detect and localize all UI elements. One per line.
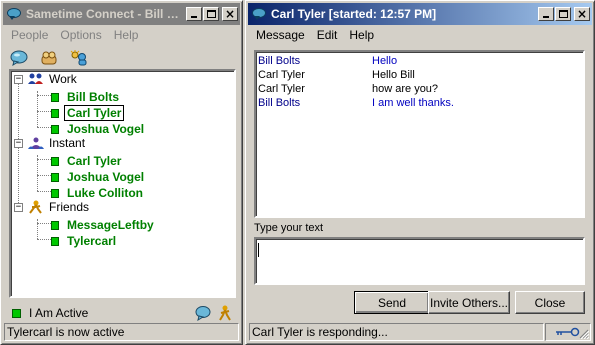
- status-key-panel: [545, 323, 591, 341]
- message-text: I am well thanks.: [372, 97, 454, 109]
- send-button[interactable]: Send: [354, 291, 430, 314]
- message-sender: Bill Bolts: [258, 55, 301, 67]
- contact-carl-tyler-selected[interactable]: Carl Tyler: [51, 105, 125, 121]
- sametime-icon: [251, 7, 267, 21]
- contact-carl-tyler[interactable]: Carl Tyler: [51, 153, 121, 169]
- maximize-button[interactable]: [203, 7, 219, 21]
- menu-message[interactable]: Message: [250, 28, 311, 42]
- contact-list-tree[interactable]: − Work Bill Bolts Carl Tyler Joshua Voge…: [9, 69, 236, 298]
- text-caret: [258, 243, 259, 257]
- online-status-icon: [51, 172, 59, 182]
- contact-label: Bill Bolts: [67, 90, 120, 104]
- resize-grip-icon[interactable]: [579, 329, 589, 339]
- chat-icon: [195, 306, 211, 321]
- people-search-icon: [41, 51, 57, 65]
- menu-help[interactable]: Help: [343, 28, 380, 42]
- send-message-button[interactable]: [194, 304, 212, 322]
- group-label: Instant: [49, 136, 86, 150]
- close-window-button[interactable]: ×: [574, 7, 590, 21]
- people-search-button[interactable]: [37, 48, 61, 68]
- online-status-icon: [51, 108, 59, 118]
- contact-messageleftby[interactable]: MessageLeftby: [51, 217, 154, 233]
- message-text: how are you?: [372, 83, 439, 95]
- menu-options[interactable]: Options: [54, 28, 107, 42]
- add-contact-button[interactable]: [67, 48, 91, 68]
- message-sender: Carl Tyler: [258, 69, 305, 81]
- window-title: Carl Tyler [started: 12:57 PM]: [271, 7, 437, 21]
- group-instant[interactable]: Instant: [27, 135, 85, 151]
- message-input[interactable]: [254, 237, 585, 285]
- title-bar[interactable]: Carl Tyler [started: 12:57 PM] ×: [248, 3, 592, 25]
- menu-bar: People Options Help: [5, 26, 144, 44]
- active-status-icon: [12, 308, 21, 318]
- group-people-icon: [28, 73, 43, 84]
- group-label: Work: [49, 72, 77, 86]
- status-bar: Carl Tyler is responding...: [249, 323, 544, 341]
- message-text: Hello: [372, 55, 398, 67]
- menu-help[interactable]: Help: [108, 28, 145, 42]
- group-work[interactable]: Work: [27, 71, 77, 87]
- contact-label: Joshua Vogel: [67, 122, 145, 136]
- contact-joshua-vogel[interactable]: Joshua Vogel: [51, 169, 144, 185]
- group-friends[interactable]: Friends: [27, 199, 89, 215]
- minimize-button[interactable]: [538, 7, 554, 21]
- encryption-key-icon: [556, 327, 580, 337]
- group-instant-expander[interactable]: −: [14, 139, 23, 148]
- contact-label: Tylercarl: [67, 234, 117, 248]
- online-status-icon: [51, 92, 59, 102]
- menu-edit[interactable]: Edit: [311, 28, 344, 42]
- status-bar: Tylercarl is now active: [4, 323, 239, 341]
- input-label: Type your text: [254, 222, 324, 234]
- online-status-icon: [51, 236, 59, 246]
- group-friends-icon: [29, 200, 42, 214]
- group-label: Friends: [49, 200, 90, 214]
- message-sender: Bill Bolts: [258, 97, 301, 109]
- chat-button[interactable]: [7, 48, 31, 68]
- contact-bill-bolts[interactable]: Bill Bolts: [51, 89, 119, 105]
- online-status-icon: [51, 220, 59, 230]
- contact-tylercarl[interactable]: Tylercarl: [51, 233, 116, 249]
- contact-label: Carl Tyler: [64, 105, 125, 121]
- my-status-label: I Am Active: [29, 306, 89, 320]
- sametime-connect-window: Sametime Connect - Bill Bo... × People O…: [0, 0, 243, 345]
- message-text: Hello Bill: [372, 69, 415, 81]
- my-status[interactable]: I Am Active: [9, 304, 236, 322]
- message-sender: Carl Tyler: [258, 83, 305, 95]
- invite-others-button[interactable]: Invite Others...: [428, 291, 510, 314]
- group-friends-expander[interactable]: −: [14, 203, 23, 212]
- chat-icon: [10, 50, 28, 66]
- title-bar[interactable]: Sametime Connect - Bill Bo... ×: [3, 3, 240, 25]
- window-title: Sametime Connect - Bill Bo...: [26, 7, 185, 21]
- chat-transcript[interactable]: Bill Bolts Hello Carl Tyler Hello Bill C…: [254, 50, 585, 218]
- group-instant-icon: [28, 137, 44, 149]
- online-status-icon: [51, 156, 59, 166]
- chat-window: Carl Tyler [started: 12:57 PM] × Message…: [245, 0, 595, 345]
- online-status-icon: [51, 188, 59, 198]
- contact-label: Joshua Vogel: [67, 170, 145, 184]
- contact-label: Carl Tyler: [67, 154, 122, 168]
- running-person-icon: [219, 305, 231, 321]
- maximize-button[interactable]: [555, 7, 571, 21]
- online-status-icon: [51, 124, 59, 134]
- sametime-icon: [6, 7, 22, 21]
- friends-button[interactable]: [216, 304, 234, 322]
- add-contact-icon: [70, 50, 87, 66]
- menu-people[interactable]: People: [5, 28, 54, 42]
- group-work-expander[interactable]: −: [14, 75, 23, 84]
- contact-label: Luke Colliton: [67, 186, 143, 200]
- toolbar: [7, 48, 91, 68]
- close-window-button[interactable]: ×: [222, 7, 238, 21]
- menu-bar: Message Edit Help: [250, 26, 380, 44]
- contact-label: MessageLeftby: [67, 218, 154, 232]
- minimize-button[interactable]: [186, 7, 202, 21]
- close-button[interactable]: Close: [515, 291, 585, 314]
